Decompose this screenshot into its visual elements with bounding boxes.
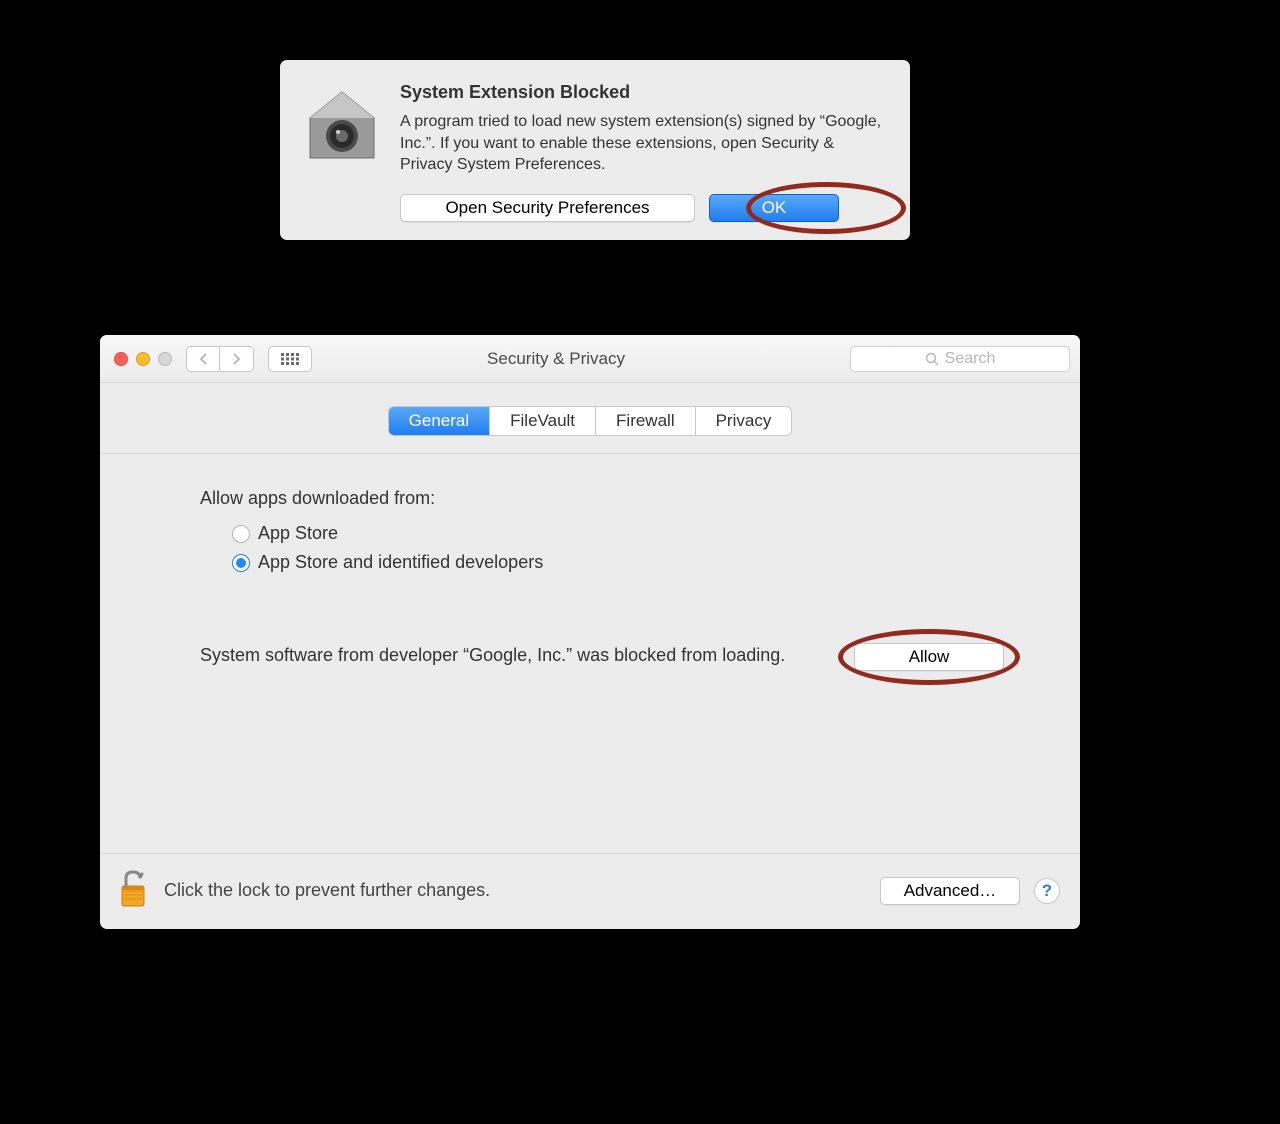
close-window-button[interactable] bbox=[114, 352, 128, 366]
security-privacy-window: Security & Privacy Search General FileVa… bbox=[100, 335, 1080, 929]
titlebar: Security & Privacy Search bbox=[100, 335, 1080, 383]
system-extension-alert: System Extension Blocked A program tried… bbox=[280, 60, 910, 240]
tab-group: General FileVault Firewall Privacy bbox=[389, 407, 792, 435]
nav-buttons bbox=[186, 346, 254, 372]
show-all-button[interactable] bbox=[268, 346, 312, 372]
radio-identified-developers[interactable] bbox=[232, 554, 250, 572]
search-placeholder: Search bbox=[945, 350, 996, 368]
help-button[interactable]: ? bbox=[1034, 878, 1060, 904]
footer: Click the lock to prevent further change… bbox=[100, 853, 1080, 929]
radio-row-appstore: App Store bbox=[232, 523, 1004, 544]
tab-privacy[interactable]: Privacy bbox=[696, 407, 792, 435]
minimize-window-button[interactable] bbox=[136, 352, 150, 366]
general-tab-content: Allow apps downloaded from: App Store Ap… bbox=[100, 453, 1080, 853]
alert-message: A program tried to load new system exten… bbox=[400, 111, 888, 176]
tabs: General FileVault Firewall Privacy bbox=[100, 407, 1080, 435]
alert-actions: Open Security Preferences OK bbox=[400, 194, 888, 222]
allow-apps-radio-group: App Store App Store and identified devel… bbox=[200, 523, 1004, 573]
search-input[interactable]: Search bbox=[850, 346, 1070, 372]
security-house-icon bbox=[302, 82, 382, 222]
nav-forward-button[interactable] bbox=[220, 346, 254, 372]
traffic-lights bbox=[110, 352, 176, 366]
lock-hint-text: Click the lock to prevent further change… bbox=[164, 880, 866, 901]
nav-back-button[interactable] bbox=[186, 346, 220, 372]
tab-general[interactable]: General bbox=[389, 407, 490, 435]
allow-button-wrap: Allow bbox=[854, 643, 1004, 671]
allow-apps-label: Allow apps downloaded from: bbox=[200, 488, 1004, 509]
window-title: Security & Privacy bbox=[322, 349, 840, 369]
ok-button[interactable]: OK bbox=[709, 194, 839, 222]
search-icon bbox=[925, 352, 939, 366]
chevron-right-icon bbox=[233, 353, 241, 365]
tab-firewall[interactable]: Firewall bbox=[596, 407, 696, 435]
chevron-left-icon bbox=[199, 353, 207, 365]
radio-row-identified: App Store and identified developers bbox=[232, 552, 1004, 573]
radio-appstore[interactable] bbox=[232, 525, 250, 543]
zoom-window-button[interactable] bbox=[158, 352, 172, 366]
advanced-button[interactable]: Advanced… bbox=[880, 877, 1020, 905]
radio-appstore-label: App Store bbox=[258, 523, 338, 544]
radio-identified-label: App Store and identified developers bbox=[258, 552, 543, 573]
alert-title: System Extension Blocked bbox=[400, 82, 888, 103]
grid-icon bbox=[281, 353, 299, 365]
tab-filevault[interactable]: FileVault bbox=[490, 407, 596, 435]
allow-button[interactable]: Allow bbox=[854, 643, 1004, 671]
prefs-body: General FileVault Firewall Privacy Allow… bbox=[100, 383, 1080, 929]
open-security-preferences-button[interactable]: Open Security Preferences bbox=[400, 194, 695, 222]
lock-icon[interactable] bbox=[116, 868, 150, 913]
alert-body: System Extension Blocked A program tried… bbox=[400, 82, 888, 222]
blocked-software-row: System software from developer “Google, … bbox=[200, 643, 1004, 671]
blocked-software-text: System software from developer “Google, … bbox=[200, 643, 814, 667]
